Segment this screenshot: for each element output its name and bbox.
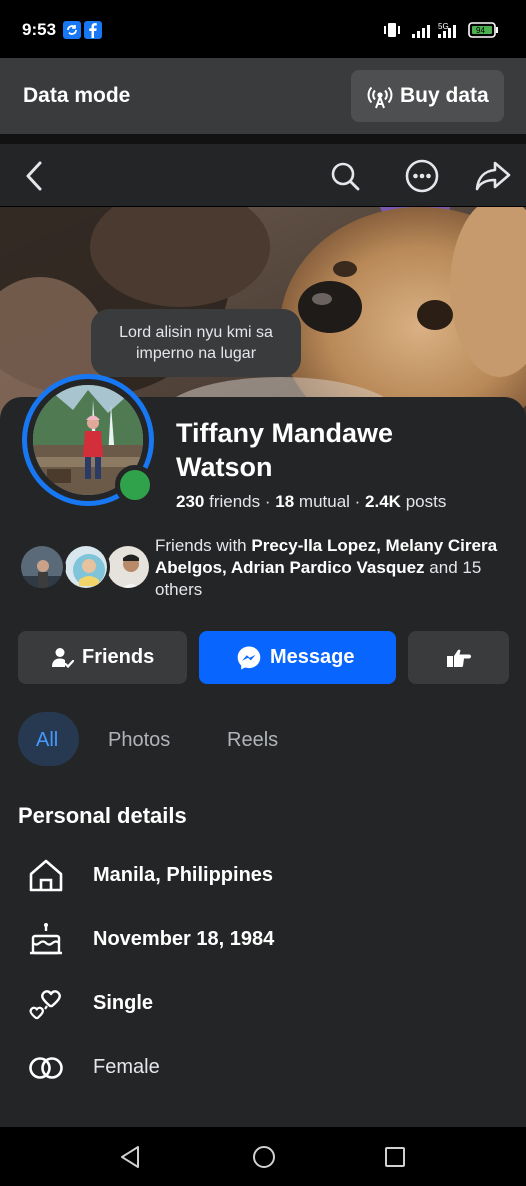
mutual-count[interactable]: 18	[275, 492, 294, 511]
detail-gender: Female	[93, 1056, 160, 1078]
system-navigation-bar	[0, 1127, 526, 1186]
system-back-icon[interactable]	[119, 1145, 141, 1174]
message-button-label: Message	[270, 646, 355, 668]
signal-icon	[412, 25, 430, 38]
mutual-friends-text[interactable]: Friends with Precy-lla Lopez, Melany Cir…	[155, 535, 510, 601]
profile-name: Tiffany Mandawe Watson	[176, 418, 394, 482]
data-mode-label: Data mode	[23, 84, 131, 107]
more-options-icon[interactable]	[404, 158, 440, 199]
vibrate-icon	[384, 23, 400, 37]
profile-stats: 230 friends · 18 mutual · 2.4K posts	[176, 492, 447, 511]
friends-count[interactable]: 230	[176, 492, 204, 511]
detail-relationship: Single	[93, 992, 154, 1014]
sync-notification-icon	[63, 21, 81, 39]
tab-reels[interactable]: Reels	[227, 729, 278, 752]
system-home-icon[interactable]	[252, 1145, 276, 1174]
svg-text:5G: 5G	[438, 22, 449, 31]
messenger-icon	[236, 645, 262, 676]
birthday-cake-icon	[26, 920, 66, 960]
mutual-friend-avatar[interactable]	[18, 543, 66, 591]
profile-nav-bar	[0, 144, 526, 206]
back-icon[interactable]	[22, 160, 48, 197]
signal-5g-icon: 5G	[438, 22, 456, 38]
battery-icon: 94	[468, 22, 498, 38]
personal-details-title: Personal details	[18, 803, 187, 828]
tab-photos[interactable]: Photos	[108, 729, 170, 752]
online-status-indicator	[115, 465, 155, 505]
home-icon	[26, 856, 66, 896]
status-bar: 9:53 5G 94	[0, 0, 526, 58]
status-time: 9:53	[22, 20, 57, 39]
broadcast-icon	[367, 84, 393, 115]
profile-note-text: Lord alisin nyu kmi sa imperno na lugar	[119, 324, 273, 362]
banner-divider	[0, 134, 526, 144]
share-icon[interactable]	[474, 158, 512, 199]
detail-birthday: November 18, 1984	[93, 928, 275, 950]
detail-location: Manila, Philippines	[93, 864, 274, 886]
facebook-notification-icon	[84, 21, 102, 39]
friend-check-icon	[51, 646, 75, 675]
status-indicators: 5G 94	[384, 20, 504, 40]
gender-icon	[26, 1048, 66, 1088]
tab-all[interactable]: All	[36, 729, 58, 752]
relationship-hearts-icon	[26, 984, 66, 1024]
poke-hand-icon	[444, 646, 472, 675]
system-recents-icon[interactable]	[384, 1146, 406, 1173]
buy-data-label: Buy data	[400, 84, 489, 107]
mutual-friend-avatar[interactable]	[62, 543, 110, 591]
mutual-friend-avatar[interactable]	[104, 543, 152, 591]
svg-text:94: 94	[476, 26, 485, 35]
friends-button-label: Friends	[82, 646, 155, 668]
posts-count: 2.4K	[365, 492, 401, 511]
search-icon[interactable]	[329, 160, 361, 197]
